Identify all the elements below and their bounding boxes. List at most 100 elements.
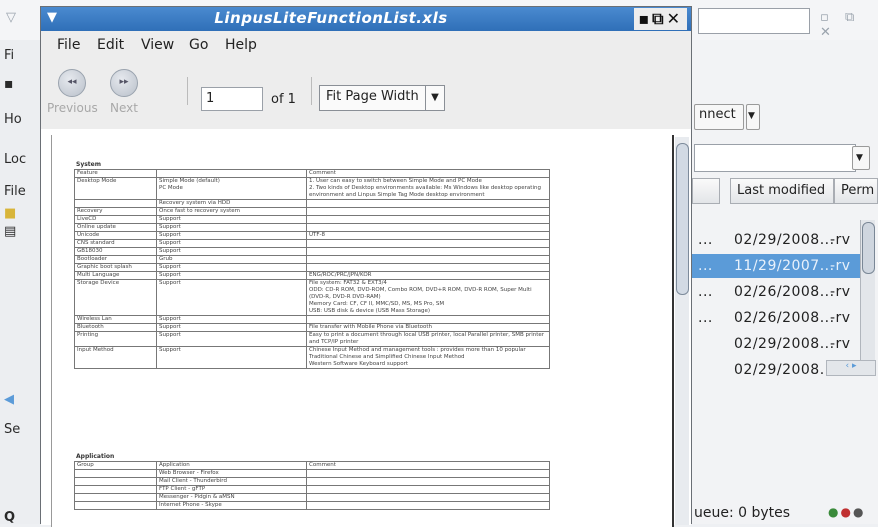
table-cell: FTP Client - gFTP xyxy=(156,485,307,494)
background-window-menu-icon[interactable]: ▽ xyxy=(6,10,22,25)
table-header-cell: Application xyxy=(156,461,307,470)
application-section-title: Application xyxy=(76,453,115,460)
file-row[interactable]: 02/29/2008...-rv xyxy=(692,332,860,356)
table-header-cell: Group xyxy=(74,461,157,470)
background-window-controls[interactable]: ▫ ⧉ ✕ xyxy=(820,10,878,40)
table-cell: Mail Client - Thunderbird xyxy=(156,477,307,486)
table-cell: LiveCD xyxy=(74,215,157,224)
file-row[interactable]: ... 02/26/2008... -rv xyxy=(692,306,860,330)
next-button[interactable]: ▸▸ Next xyxy=(99,69,149,115)
file-row-permissions: -rv xyxy=(830,310,851,326)
file-row-permissions: -rv xyxy=(830,258,851,274)
close-icon[interactable]: ✕ xyxy=(667,9,683,28)
table-cell xyxy=(306,255,550,264)
previous-button[interactable]: ◂◂ Previous xyxy=(47,69,98,115)
table-cell xyxy=(306,223,550,232)
table-cell: Grub xyxy=(156,255,307,264)
table-cell xyxy=(306,199,550,208)
zoom-dropdown-arrow-icon[interactable]: ▼ xyxy=(425,86,444,110)
table-cell xyxy=(306,207,550,216)
background-scrollbar-thumb[interactable] xyxy=(862,222,875,274)
background-search-field[interactable] xyxy=(698,8,810,34)
file-row[interactable]: ... 02/26/2008... -rv xyxy=(692,280,860,304)
table-header-row: Group Application Comment xyxy=(74,461,550,470)
table-row: Input Method Support Chinese Input Method … xyxy=(74,346,550,369)
table-cell: ENG/ROC/PRC/JPN/KOR xyxy=(306,271,550,280)
column-header-size[interactable] xyxy=(692,178,720,204)
viewer-scrollbar-thumb[interactable] xyxy=(676,143,689,295)
table-cell: Support xyxy=(156,271,307,280)
document-area[interactable]: System Feature Comment Desktop Mode Simple … xyxy=(41,129,691,527)
table-cell: Desktop Mode xyxy=(74,177,157,200)
menu-go[interactable]: Go xyxy=(189,37,208,53)
connect-dropdown-arrow-icon[interactable]: ▼ xyxy=(746,104,760,130)
table-cell: Internet Phone - Skype xyxy=(156,501,307,510)
background-vertical-scrollbar[interactable] xyxy=(860,220,875,370)
table-header-row: Feature Comment xyxy=(74,169,550,178)
table-row: Unicode Support UTF-8 xyxy=(74,231,550,240)
status-indicator-icon: ●●● xyxy=(828,505,866,519)
table-cell: Support xyxy=(156,223,307,232)
file-row-date: 02/29/2008... xyxy=(734,362,835,378)
connect-button[interactable]: nnect xyxy=(694,104,744,130)
column-header-permissions[interactable]: Perm xyxy=(834,178,878,204)
viewer-vertical-scrollbar[interactable] xyxy=(675,137,689,525)
file-row-truncation: ... xyxy=(698,232,713,248)
table-cell: Recovery system via HDD xyxy=(156,199,307,208)
table-row: Messenger - Pidgin & aMSN xyxy=(74,493,550,502)
location-field[interactable] xyxy=(694,144,856,172)
table-cell xyxy=(306,493,550,502)
table-row: FTP Client - gFTP xyxy=(74,485,550,494)
window-controls[interactable]: ▪⧉✕ xyxy=(634,8,687,30)
viewer-titlebar[interactable]: ▼ LinpusLiteFunctionList.xls ▪⧉✕ xyxy=(41,7,691,31)
background-label-file-column[interactable]: File xyxy=(4,184,26,199)
file-row-date: 02/29/2008... xyxy=(734,232,835,248)
file-row-truncation: ... xyxy=(698,310,713,326)
table-cell: Recovery xyxy=(74,207,157,216)
location-dropdown-arrow-icon[interactable]: ▼ xyxy=(852,146,870,170)
table-header-cell: Feature xyxy=(74,169,157,178)
background-horizontal-scroll-arrows[interactable]: ‹ ▸ xyxy=(826,360,876,376)
page-number-input[interactable]: 1 xyxy=(201,87,263,111)
file-row[interactable]: ... 11/29/2007... -rv xyxy=(692,254,860,278)
minimize-icon[interactable]: ▪ xyxy=(638,9,652,28)
background-toolbar-icon[interactable]: ▪ xyxy=(4,76,14,92)
table-row: Bootloader Grub xyxy=(74,255,550,264)
previous-arrow-icon: ◂◂ xyxy=(58,69,86,97)
table-cell: Simple Mode (default) PC Mode xyxy=(156,177,307,200)
table-row: Online update Support xyxy=(74,223,550,232)
maximize-icon[interactable]: ⧉ xyxy=(652,9,666,28)
table-row: Storage Device Support File system: FAT32 … xyxy=(74,279,550,316)
menu-view[interactable]: View xyxy=(141,37,174,53)
next-arrow-icon: ▸▸ xyxy=(110,69,138,97)
document-page: System Feature Comment Desktop Mode Simple … xyxy=(51,135,674,527)
table-cell: Unicode xyxy=(74,231,157,240)
file-row-date: 02/29/2008... xyxy=(734,336,835,352)
file-row-date: 02/26/2008... xyxy=(734,284,835,300)
table-cell xyxy=(306,239,550,248)
table-header-cell: Comment xyxy=(306,169,550,178)
table-cell xyxy=(306,315,550,324)
file-row[interactable]: ... 02/29/2008... -rv xyxy=(692,228,860,252)
table-cell xyxy=(74,501,157,510)
menu-edit[interactable]: Edit xyxy=(97,37,124,53)
zoom-select[interactable]: Fit Page Width ▼ xyxy=(319,85,445,111)
scroll-left-icon[interactable]: ◀ xyxy=(4,392,14,407)
menu-help[interactable]: Help xyxy=(225,37,257,53)
table-cell: Chinese Input Method and management tool… xyxy=(306,346,550,369)
column-header-last-modified[interactable]: Last modified xyxy=(730,178,834,204)
menu-file[interactable]: File xyxy=(57,37,80,53)
table-cell: Wireless Lan xyxy=(74,315,157,324)
transfer-queue-status: ueue: 0 bytes xyxy=(694,505,791,521)
background-label-home[interactable]: Ho xyxy=(4,112,22,127)
table-cell xyxy=(74,493,157,502)
background-label-queue[interactable]: Q xyxy=(4,510,15,525)
previous-label: Previous xyxy=(47,101,98,115)
background-label-file-menu[interactable]: Fi xyxy=(4,48,14,63)
document-icon: ▤ xyxy=(4,224,17,239)
background-label-search[interactable]: Se xyxy=(4,422,20,437)
file-row-date: 02/26/2008... xyxy=(734,310,835,326)
table-row: Recovery system via HDD xyxy=(74,199,550,208)
table-row: Mail Client - Thunderbird xyxy=(74,477,550,486)
table-row: Internet Phone - Skype xyxy=(74,501,550,510)
